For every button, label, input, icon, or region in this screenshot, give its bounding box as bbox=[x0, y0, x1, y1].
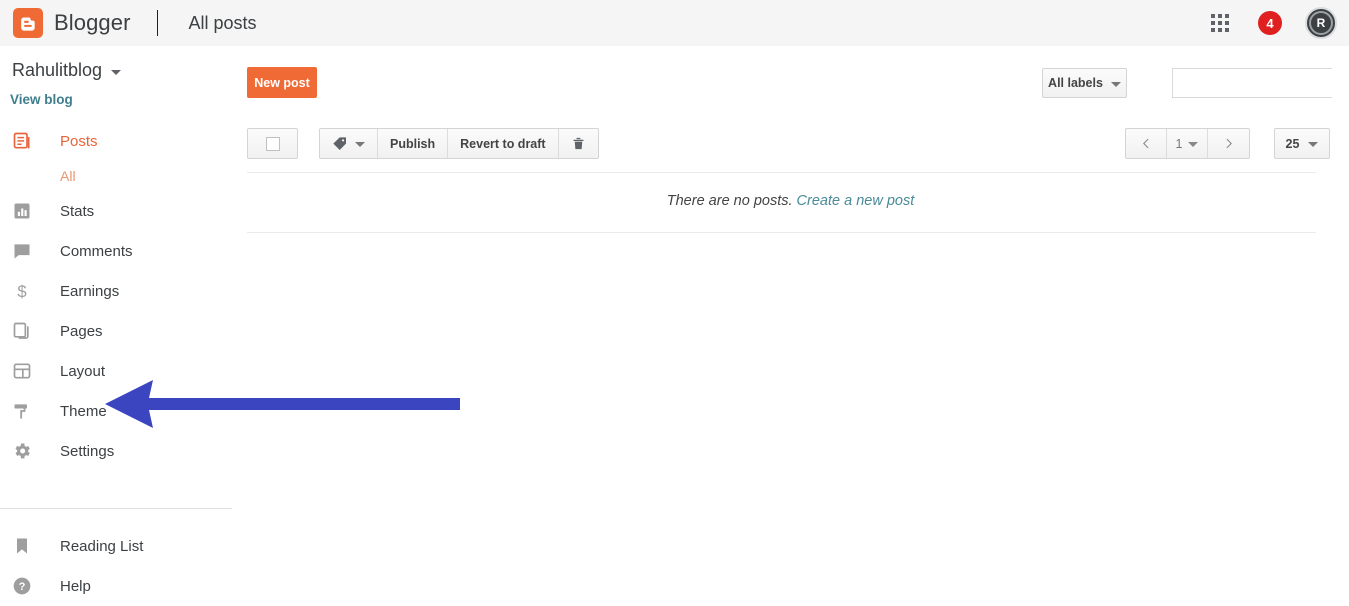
help-circle-icon: ? bbox=[10, 574, 34, 598]
all-labels-label: All labels bbox=[1048, 76, 1103, 90]
table-divider-bottom bbox=[247, 232, 1316, 233]
brand-group[interactable]: Blogger bbox=[13, 8, 131, 38]
posts-icon bbox=[10, 129, 34, 153]
comment-bubble-icon bbox=[10, 239, 34, 263]
blog-name: Rahulitblog bbox=[12, 60, 103, 80]
notification-badge[interactable]: 4 bbox=[1258, 11, 1282, 35]
svg-text:$: $ bbox=[17, 282, 26, 301]
view-blog-link[interactable]: View blog bbox=[10, 92, 232, 107]
chevron-down-icon bbox=[111, 69, 122, 75]
blog-switcher[interactable]: Rahulitblog bbox=[12, 60, 232, 81]
pagination-control: 1 bbox=[1125, 128, 1250, 159]
sidebar-item-label: Stats bbox=[60, 202, 95, 220]
sidebar-item-pages[interactable]: Pages bbox=[0, 311, 232, 351]
create-new-post-link[interactable]: Create a new post bbox=[797, 193, 915, 209]
chevron-right-icon bbox=[1226, 138, 1232, 149]
dollar-sign-icon: $ bbox=[10, 279, 34, 303]
chevron-left-icon bbox=[1142, 138, 1149, 149]
page-number-selector[interactable]: 1 bbox=[1167, 129, 1208, 158]
search-box[interactable] bbox=[1172, 68, 1349, 98]
revert-to-draft-button[interactable]: Revert to draft bbox=[448, 129, 559, 158]
sidebar-item-label: Comments bbox=[60, 242, 133, 260]
sidebar-item-label: Layout bbox=[60, 362, 106, 380]
posts-action-toolbar: Publish Revert to draft bbox=[247, 128, 599, 159]
sidebar-item-help[interactable]: ? Help bbox=[0, 566, 232, 606]
sidebar-item-label: Help bbox=[60, 577, 91, 595]
bookmark-icon bbox=[10, 534, 34, 558]
main-content: New post All labels Publish Revert to dr… bbox=[232, 46, 1349, 583]
sidebar-item-settings[interactable]: Settings bbox=[0, 431, 232, 471]
all-labels-filter[interactable]: All labels bbox=[1042, 68, 1127, 98]
label-tag-button[interactable] bbox=[320, 129, 378, 158]
avatar[interactable]: R bbox=[1305, 7, 1337, 39]
sidebar-item-stats[interactable]: Stats bbox=[0, 191, 232, 231]
table-divider-top bbox=[247, 172, 1316, 173]
sidebar-item-layout[interactable]: Layout bbox=[0, 351, 232, 391]
stats-bar-chart-icon bbox=[10, 199, 34, 223]
brand-divider bbox=[156, 10, 158, 36]
empty-state-text: There are no posts. bbox=[666, 193, 793, 209]
sidebar-item-posts[interactable]: Posts bbox=[0, 121, 232, 161]
pages-icon bbox=[10, 319, 34, 343]
empty-state-message: There are no posts. Create a new post bbox=[232, 193, 1349, 209]
trash-icon bbox=[573, 137, 584, 150]
new-post-button[interactable]: New post bbox=[247, 67, 317, 98]
per-page-value: 25 bbox=[1285, 136, 1300, 151]
select-all-checkbox[interactable] bbox=[247, 128, 298, 159]
page-number: 1 bbox=[1175, 136, 1183, 151]
chevron-down-icon bbox=[1308, 142, 1319, 147]
search-input[interactable] bbox=[1173, 69, 1349, 97]
sidebar-item-reading-list[interactable]: Reading List bbox=[0, 526, 232, 566]
apps-grid-icon[interactable] bbox=[1208, 11, 1232, 35]
publish-button[interactable]: Publish bbox=[378, 129, 449, 158]
bulk-action-group: Publish Revert to draft bbox=[319, 128, 599, 159]
sidebar-item-label: Reading List bbox=[60, 537, 144, 555]
sidebar-item-theme[interactable]: Theme bbox=[0, 391, 232, 431]
blogger-logo-icon[interactable] bbox=[13, 8, 43, 38]
delete-button[interactable] bbox=[559, 129, 598, 158]
topbar-right-group: 4 R bbox=[1208, 0, 1349, 46]
top-app-bar: Blogger All posts 4 R bbox=[0, 0, 1349, 46]
sidebar: Rahulitblog View blog Posts All Stats Co… bbox=[0, 46, 232, 595]
sidebar-subitem-all[interactable]: All bbox=[0, 161, 232, 191]
layout-icon bbox=[10, 359, 34, 383]
prev-page-button[interactable] bbox=[1126, 129, 1167, 158]
chevron-down-icon bbox=[1110, 81, 1121, 87]
sidebar-item-label: Theme bbox=[60, 402, 107, 420]
brand-name: Blogger bbox=[54, 10, 131, 35]
avatar-initial: R bbox=[1309, 11, 1333, 35]
page-title: All posts bbox=[188, 12, 257, 33]
sidebar-item-label: Settings bbox=[60, 442, 115, 460]
sidebar-item-earnings[interactable]: $ Earnings bbox=[0, 271, 232, 311]
sidebar-item-label: Pages bbox=[60, 322, 103, 340]
next-page-button[interactable] bbox=[1208, 129, 1249, 158]
sidebar-item-label: Earnings bbox=[60, 282, 120, 300]
sidebar-item-label: Posts bbox=[60, 132, 98, 150]
paint-roller-icon bbox=[10, 399, 34, 423]
checkbox-unchecked-icon bbox=[265, 136, 280, 151]
chevron-down-icon bbox=[1188, 142, 1199, 147]
gear-icon bbox=[10, 439, 34, 463]
sidebar-divider bbox=[0, 508, 232, 509]
sidebar-item-comments[interactable]: Comments bbox=[0, 231, 232, 271]
per-page-selector[interactable]: 25 bbox=[1274, 128, 1330, 159]
chevron-down-icon bbox=[355, 142, 365, 147]
